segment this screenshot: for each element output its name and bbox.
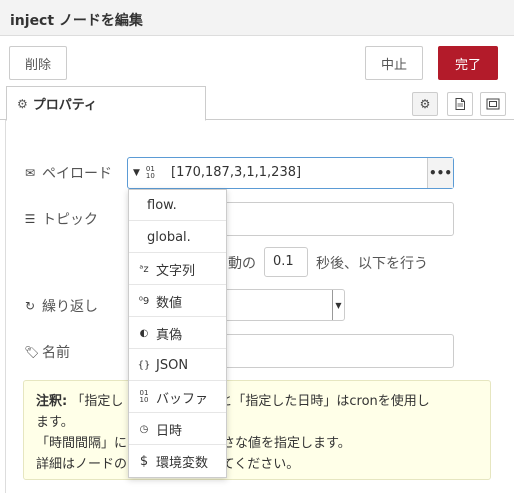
type-option-timestamp[interactable]: ◷ 日時 (129, 414, 226, 445)
note-line3b: 小さな値を指定します。 (209, 436, 351, 451)
type-option-string[interactable]: ᵃz 文字列 (129, 254, 226, 285)
type-option-buffer[interactable]: 01 10 バッファ (129, 382, 226, 413)
name-label: 名前 (42, 345, 70, 361)
delete-button[interactable]: 削除 (9, 46, 67, 80)
topic-label: トピック (42, 212, 98, 228)
clock-icon: ◷ (139, 423, 149, 435)
envelope-icon: ✉ (24, 166, 36, 180)
dialog-toolbar: 削除 中止 完了 (0, 36, 514, 86)
dialog-title: inject ノードを編集 (10, 13, 143, 29)
type-option-env[interactable]: $ 環境変数 (129, 446, 226, 477)
tab-properties[interactable]: ⚙ プロパティ (6, 86, 206, 121)
payload-label: ペイロード (42, 166, 112, 182)
cancel-button[interactable]: 中止 (365, 46, 423, 80)
name-input[interactable] (218, 334, 454, 368)
help-note: 注釈: 「指定し 時」と「指定した日時」はcronを使用し ます。 「時間間隔」に… (23, 380, 491, 480)
option-label: global. (147, 229, 191, 245)
json-icon: {} (137, 359, 151, 371)
repeat-row-label: ↻ 繰り返し (24, 296, 98, 316)
topic-row-label: ☰ トピック (24, 209, 98, 229)
payload-options-button[interactable]: ••• (427, 158, 453, 188)
payload-value[interactable]: [170,187,3,1,1,238] (171, 165, 301, 180)
caret-down-icon: ▼ (133, 168, 140, 178)
delay-input[interactable]: 0.1 (264, 247, 308, 277)
note-line3: 「時間間隔」に (36, 436, 128, 451)
document-icon (455, 98, 465, 110)
buffer-icon: 01 10 (139, 389, 149, 404)
type-option-number[interactable]: ⁰9 数値 (129, 286, 226, 317)
option-label: 真偽 (156, 327, 183, 343)
number-icon: ⁰9 (138, 295, 150, 307)
note-bold-label: 注釈: (36, 394, 68, 409)
binary-icon: 01 10 (145, 165, 155, 180)
name-row-label: 🏷 名前 (24, 342, 70, 362)
appearance-tab-button[interactable] (480, 92, 506, 116)
note-line2: ます。 (36, 415, 74, 430)
delay-suffix: 秒後、以下を行う (316, 256, 428, 272)
option-label: flow. (147, 197, 177, 213)
option-label: 文字列 (156, 263, 196, 279)
tabs-bar: ⚙ プロパティ ⚙ (0, 86, 514, 121)
dialog-header: inject ノードを編集 (0, 0, 514, 36)
gear-icon: ⚙ (419, 97, 431, 111)
option-label: バッファ (156, 391, 209, 407)
frame-icon (486, 98, 500, 110)
type-option-global[interactable]: global. (129, 222, 226, 253)
type-option-boolean[interactable]: ◐ 真偽 (129, 318, 226, 349)
content-border (5, 120, 6, 493)
description-tab-button[interactable] (447, 92, 473, 116)
select-caret-icon: ▼ (332, 290, 344, 320)
option-label: 数値 (156, 295, 183, 311)
type-dropdown-menu: flow. global. ᵃz 文字列 ⁰9 数値 ◐ 真偽 {} JSON … (128, 189, 227, 478)
list-icon: ☰ (24, 212, 36, 226)
option-label: 日時 (156, 423, 183, 439)
repeat-icon: ↻ (24, 299, 36, 313)
delay-prefix: 動の (228, 256, 256, 272)
payload-type-selector[interactable]: ▼ 01 10 (128, 158, 168, 188)
string-icon: ᵃz (139, 263, 149, 275)
gear-icon: ⚙ (17, 96, 28, 111)
dollar-icon: $ (139, 454, 149, 469)
ellipsis-icon: ••• (428, 166, 452, 180)
payload-row-label: ✉ ペイロード (24, 163, 112, 183)
type-option-flow[interactable]: flow. (129, 190, 226, 221)
option-label: JSON (156, 357, 189, 373)
note-line4: 詳細はノードの (36, 457, 128, 472)
tab-properties-label: プロパティ (32, 98, 97, 113)
note-line1b: 時」と「指定した日時」はcronを使用し (193, 394, 430, 409)
note-line1: 「指定し (71, 394, 124, 409)
done-button[interactable]: 完了 (438, 46, 498, 80)
tag-icon: 🏷 (24, 345, 40, 359)
topic-input[interactable] (218, 202, 454, 236)
settings-tab-button[interactable]: ⚙ (412, 92, 438, 116)
boolean-icon: ◐ (139, 327, 149, 339)
repeat-select[interactable]: ▼ (218, 289, 345, 321)
type-option-json[interactable]: {} JSON (129, 350, 226, 381)
repeat-label: 繰り返し (42, 299, 98, 315)
payload-typed-input[interactable]: ▼ 01 10 [170,187,3,1,1,238] ••• (127, 157, 454, 189)
option-label: 環境変数 (156, 456, 209, 471)
